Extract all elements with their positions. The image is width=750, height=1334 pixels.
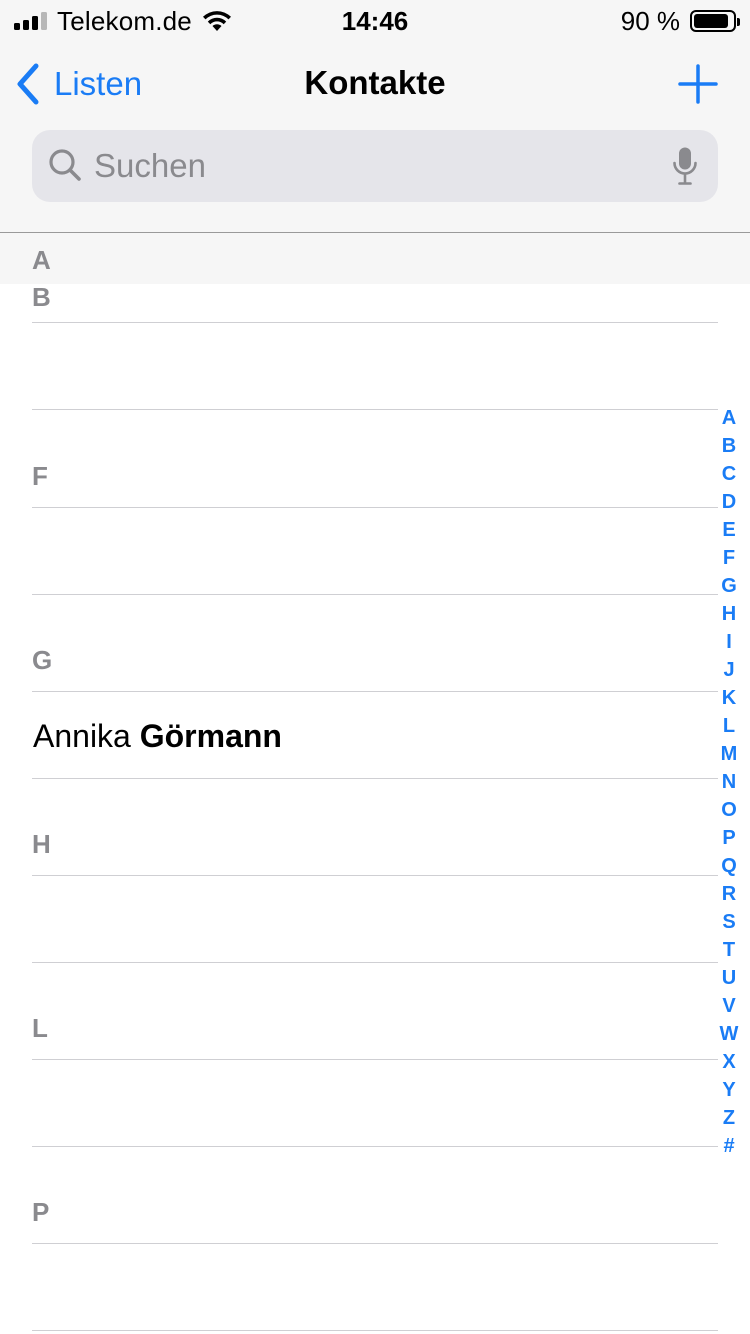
battery-icon [690, 10, 740, 32]
contact-row[interactable] [0, 323, 718, 409]
plus-icon[interactable] [678, 64, 718, 104]
row-divider [32, 962, 718, 963]
row-divider [32, 1146, 718, 1147]
index-letter[interactable]: F [723, 544, 735, 572]
battery-nub [737, 18, 740, 26]
index-letter[interactable]: R [722, 880, 736, 908]
contact-first-name: Annika [33, 718, 131, 754]
contact-row[interactable]: Annika Görmann [0, 692, 718, 778]
contact-last-name: Görmann [139, 718, 282, 754]
index-letter[interactable]: C [722, 460, 736, 488]
contact-name: Annika Görmann [33, 718, 282, 755]
index-letter[interactable]: K [722, 684, 736, 712]
row-divider [32, 594, 718, 595]
section-letter: L [32, 1013, 48, 1043]
index-letter[interactable]: N [722, 768, 736, 796]
contact-row[interactable] [0, 876, 718, 962]
status-right: 90 % [620, 5, 740, 36]
search-bar[interactable] [32, 130, 718, 202]
section-letter: P [32, 1197, 50, 1227]
index-letter[interactable]: O [721, 796, 737, 824]
index-letter[interactable]: I [726, 628, 732, 656]
row-divider [32, 778, 718, 779]
index-letter[interactable]: D [722, 488, 736, 516]
row-divider [32, 1330, 718, 1331]
index-letter[interactable]: Q [721, 852, 737, 880]
section-index[interactable]: A B C D E F G H I J K L M N O P Q R S T U V W X Y Z # [714, 404, 744, 1160]
index-letter[interactable]: U [722, 964, 736, 992]
section-header-sticky: A [0, 233, 750, 284]
index-letter[interactable]: S [722, 908, 735, 936]
index-letter[interactable]: M [721, 740, 738, 768]
search-input[interactable] [94, 130, 654, 202]
section-letter: G [32, 645, 53, 675]
section-letter: H [32, 829, 51, 859]
index-letter[interactable]: P [722, 824, 735, 852]
index-letter[interactable]: J [723, 656, 734, 684]
index-letter[interactable]: B [722, 432, 736, 460]
contact-row[interactable] [0, 508, 718, 594]
battery-percent: 90 % [620, 5, 680, 36]
top-chrome: Telekom.de 14:46 90 % Listen Kontakte Su… [0, 0, 750, 232]
search-icon [49, 149, 81, 181]
navigation-bar: Listen Kontakte [0, 44, 750, 124]
index-letter[interactable]: H [722, 600, 736, 628]
contact-row[interactable] [0, 1060, 718, 1146]
contacts-screen: Telekom.de 14:46 90 % Listen Kontakte Su… [0, 0, 750, 1334]
index-letter[interactable]: Y [722, 1076, 735, 1104]
index-letter[interactable]: Z [723, 1104, 735, 1132]
index-letter[interactable]: G [721, 572, 737, 600]
microphone-icon[interactable] [672, 146, 698, 186]
section-letter: A [32, 245, 51, 275]
row-divider [32, 409, 718, 410]
status-bar: Telekom.de 14:46 90 % [0, 0, 750, 42]
section-letter: F [32, 461, 48, 491]
index-letter[interactable]: X [722, 1048, 735, 1076]
index-letter[interactable]: # [723, 1132, 734, 1160]
index-letter[interactable]: L [723, 712, 735, 740]
index-letter[interactable]: T [723, 936, 735, 964]
contact-row[interactable] [0, 1244, 718, 1330]
battery-fill [694, 14, 729, 28]
section-letter: B [32, 282, 51, 312]
index-letter[interactable]: V [722, 992, 735, 1020]
index-letter[interactable]: W [720, 1020, 739, 1048]
page-title: Kontakte [304, 64, 446, 101]
index-letter[interactable]: E [722, 516, 735, 544]
index-letter[interactable]: A [722, 404, 736, 432]
